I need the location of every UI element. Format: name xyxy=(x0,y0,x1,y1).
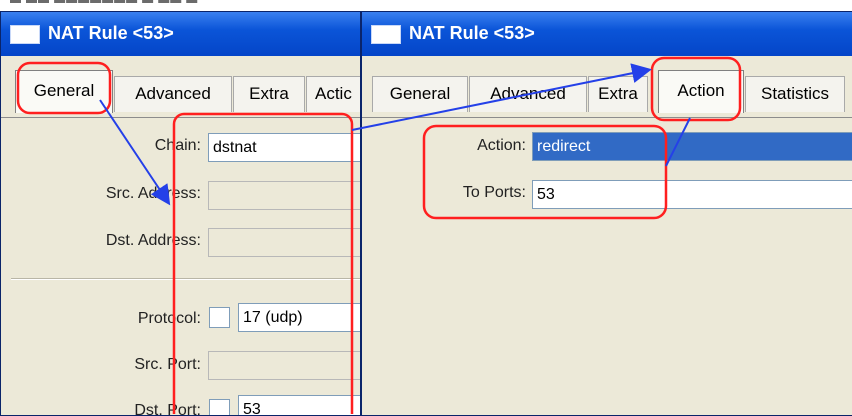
window-title: NAT Rule <53> xyxy=(48,23,174,43)
tab-general[interactable]: General xyxy=(372,76,468,112)
title-bar[interactable]: NAT Rule <53> xyxy=(362,12,852,56)
window-icon xyxy=(371,25,401,44)
general-tab-panel: Chain: dstnat Src. Address: Dst. Address… xyxy=(1,118,364,415)
src-port-label: Src. Port: xyxy=(134,356,201,373)
tab-action[interactable]: Action xyxy=(658,70,744,113)
nat-rule-window-general: NAT Rule <53> General Advanced Extra Act… xyxy=(0,11,365,416)
protocol-field[interactable]: 17 (udp) xyxy=(238,303,364,332)
protocol-negate-checkbox[interactable] xyxy=(209,307,230,328)
action-tab-panel: Action: redirect To Ports: 53 xyxy=(362,118,852,415)
dst-port-field[interactable]: 53 xyxy=(238,395,364,415)
src-address-label: Src. Address: xyxy=(105,185,201,202)
to-ports-field[interactable]: 53 xyxy=(532,180,852,209)
window-title: NAT Rule <53> xyxy=(409,23,535,43)
title-bar[interactable]: NAT Rule <53> xyxy=(1,12,364,56)
window-icon xyxy=(10,25,40,44)
tab-advanced[interactable]: Advanced xyxy=(114,76,232,112)
separator xyxy=(11,278,364,280)
dst-address-label: Dst. Address: xyxy=(105,232,201,249)
tab-action[interactable]: Actic xyxy=(306,76,364,112)
dst-address-field[interactable] xyxy=(208,228,364,257)
chain-field[interactable]: dstnat xyxy=(208,133,364,162)
src-port-field[interactable] xyxy=(208,351,364,380)
tab-statistics[interactable]: Statistics xyxy=(745,76,845,112)
dst-port-negate-checkbox[interactable] xyxy=(209,399,230,415)
tab-extra[interactable]: Extra xyxy=(233,76,305,112)
src-address-field[interactable] xyxy=(208,181,364,210)
tab-advanced[interactable]: Advanced xyxy=(469,76,587,112)
action-label: Action: xyxy=(477,137,526,154)
tab-bar: General Advanced Extra Actic xyxy=(1,57,364,118)
tab-bar: General Advanced Extra Action Statistics xyxy=(362,57,852,118)
action-select[interactable]: redirect xyxy=(532,132,852,161)
protocol-label: Protocol: xyxy=(137,310,201,327)
tab-general[interactable]: General xyxy=(15,70,113,113)
to-ports-label: To Ports: xyxy=(462,184,526,201)
tab-extra[interactable]: Extra xyxy=(588,76,648,112)
nat-rule-window-action: NAT Rule <53> General Advanced Extra Act… xyxy=(360,11,852,416)
chain-label: Chain: xyxy=(154,137,201,154)
